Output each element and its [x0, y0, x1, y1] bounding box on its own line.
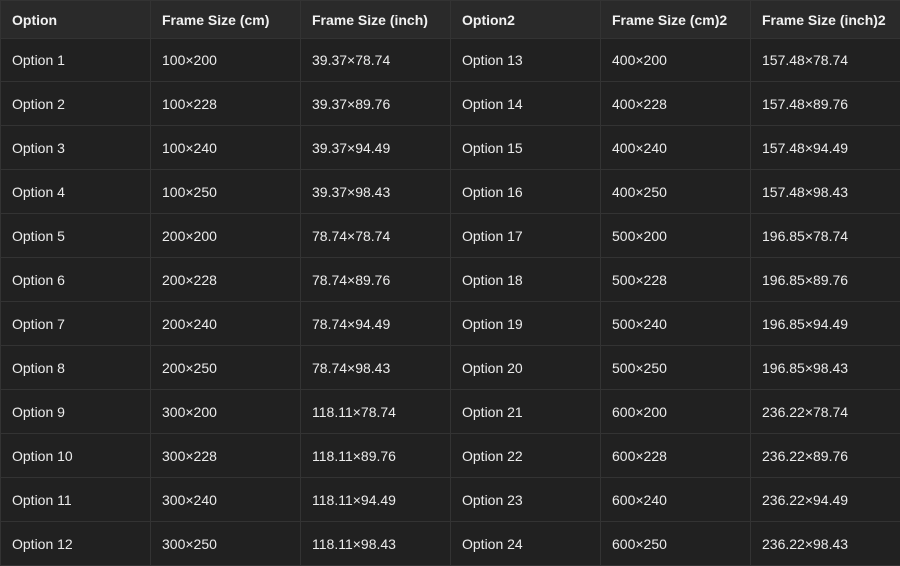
table-cell: 400×200	[601, 39, 751, 82]
table-cell: 118.11×89.76	[301, 434, 451, 478]
table-cell: 39.37×94.49	[301, 126, 451, 170]
header-frame-size-cm: Frame Size (cm)	[151, 1, 301, 39]
table-row: Option 7 200×240 78.74×94.49 Option 19 5…	[1, 302, 900, 346]
table-cell: Option 23	[451, 478, 601, 522]
table-cell: Option 1	[1, 39, 151, 82]
table-row: Option 2 100×228 39.37×89.76 Option 14 4…	[1, 82, 900, 126]
table-cell: 500×228	[601, 258, 751, 302]
table-cell: 118.11×98.43	[301, 522, 451, 566]
table-cell: 300×240	[151, 478, 301, 522]
table-row: Option 1 100×200 39.37×78.74 Option 13 4…	[1, 39, 900, 82]
table-cell: 236.22×78.74	[751, 390, 900, 434]
table-cell: 100×240	[151, 126, 301, 170]
header-option2: Option2	[451, 1, 601, 39]
table-row: Option 8 200×250 78.74×98.43 Option 20 5…	[1, 346, 900, 390]
table-cell: Option 4	[1, 170, 151, 214]
table-cell: 600×240	[601, 478, 751, 522]
table-cell: 500×240	[601, 302, 751, 346]
table-cell: 78.74×94.49	[301, 302, 451, 346]
table-cell: 100×200	[151, 39, 301, 82]
table-cell: 300×250	[151, 522, 301, 566]
table-cell: 157.48×78.74	[751, 39, 900, 82]
header-option: Option	[1, 1, 151, 39]
table-row: Option 11 300×240 118.11×94.49 Option 23…	[1, 478, 900, 522]
table-cell: 600×228	[601, 434, 751, 478]
table-cell: 500×200	[601, 214, 751, 258]
table-cell: Option 11	[1, 478, 151, 522]
table-cell: Option 15	[451, 126, 601, 170]
table-cell: Option 9	[1, 390, 151, 434]
table-cell: 196.85×98.43	[751, 346, 900, 390]
table-row: Option 6 200×228 78.74×89.76 Option 18 5…	[1, 258, 900, 302]
table-cell: Option 14	[451, 82, 601, 126]
table-cell: 200×200	[151, 214, 301, 258]
table-cell: 196.85×94.49	[751, 302, 900, 346]
header-row: Option Frame Size (cm) Frame Size (inch)…	[1, 1, 900, 39]
table-cell: 300×228	[151, 434, 301, 478]
table-cell: Option 8	[1, 346, 151, 390]
table-cell: Option 20	[451, 346, 601, 390]
frame-size-table: Option Frame Size (cm) Frame Size (inch)…	[0, 0, 900, 566]
table-cell: 39.37×98.43	[301, 170, 451, 214]
table-row: Option 12 300×250 118.11×98.43 Option 24…	[1, 522, 900, 566]
table-row: Option 3 100×240 39.37×94.49 Option 15 4…	[1, 126, 900, 170]
table-cell: Option 19	[451, 302, 601, 346]
table-cell: 600×200	[601, 390, 751, 434]
table-cell: Option 10	[1, 434, 151, 478]
table-cell: 118.11×94.49	[301, 478, 451, 522]
table-cell: 400×228	[601, 82, 751, 126]
table-cell: 200×228	[151, 258, 301, 302]
table-cell: Option 7	[1, 302, 151, 346]
table-cell: Option 3	[1, 126, 151, 170]
table-cell: Option 13	[451, 39, 601, 82]
table-body: Option 1 100×200 39.37×78.74 Option 13 4…	[1, 39, 900, 566]
table-header: Option Frame Size (cm) Frame Size (inch)…	[1, 1, 900, 39]
header-frame-size-inch2: Frame Size (inch)2	[751, 1, 900, 39]
table-cell: 236.22×94.49	[751, 478, 900, 522]
header-frame-size-cm2: Frame Size (cm)2	[601, 1, 751, 39]
table-cell: 78.74×78.74	[301, 214, 451, 258]
table-cell: 100×250	[151, 170, 301, 214]
table-cell: Option 18	[451, 258, 601, 302]
table-cell: 236.22×89.76	[751, 434, 900, 478]
table-row: Option 5 200×200 78.74×78.74 Option 17 5…	[1, 214, 900, 258]
table-cell: 118.11×78.74	[301, 390, 451, 434]
table-cell: Option 21	[451, 390, 601, 434]
table-cell: 157.48×98.43	[751, 170, 900, 214]
table-cell: Option 12	[1, 522, 151, 566]
table-cell: 196.85×78.74	[751, 214, 900, 258]
table-cell: 600×250	[601, 522, 751, 566]
table-cell: 39.37×89.76	[301, 82, 451, 126]
table-cell: 78.74×98.43	[301, 346, 451, 390]
table-cell: Option 16	[451, 170, 601, 214]
table-cell: Option 5	[1, 214, 151, 258]
table-cell: 300×200	[151, 390, 301, 434]
table-cell: Option 17	[451, 214, 601, 258]
table-cell: 400×240	[601, 126, 751, 170]
table-cell: 78.74×89.76	[301, 258, 451, 302]
table-cell: 200×240	[151, 302, 301, 346]
table-cell: Option 2	[1, 82, 151, 126]
table-cell: 500×250	[601, 346, 751, 390]
table-cell: Option 22	[451, 434, 601, 478]
table-row: Option 9 300×200 118.11×78.74 Option 21 …	[1, 390, 900, 434]
table-cell: 39.37×78.74	[301, 39, 451, 82]
table-cell: 157.48×89.76	[751, 82, 900, 126]
table-cell: 196.85×89.76	[751, 258, 900, 302]
table-cell: 157.48×94.49	[751, 126, 900, 170]
table-cell: Option 6	[1, 258, 151, 302]
table-cell: 100×228	[151, 82, 301, 126]
header-frame-size-inch: Frame Size (inch)	[301, 1, 451, 39]
table-cell: Option 24	[451, 522, 601, 566]
table-cell: 400×250	[601, 170, 751, 214]
table-cell: 236.22×98.43	[751, 522, 900, 566]
table-cell: 200×250	[151, 346, 301, 390]
table-row: Option 4 100×250 39.37×98.43 Option 16 4…	[1, 170, 900, 214]
table-row: Option 10 300×228 118.11×89.76 Option 22…	[1, 434, 900, 478]
